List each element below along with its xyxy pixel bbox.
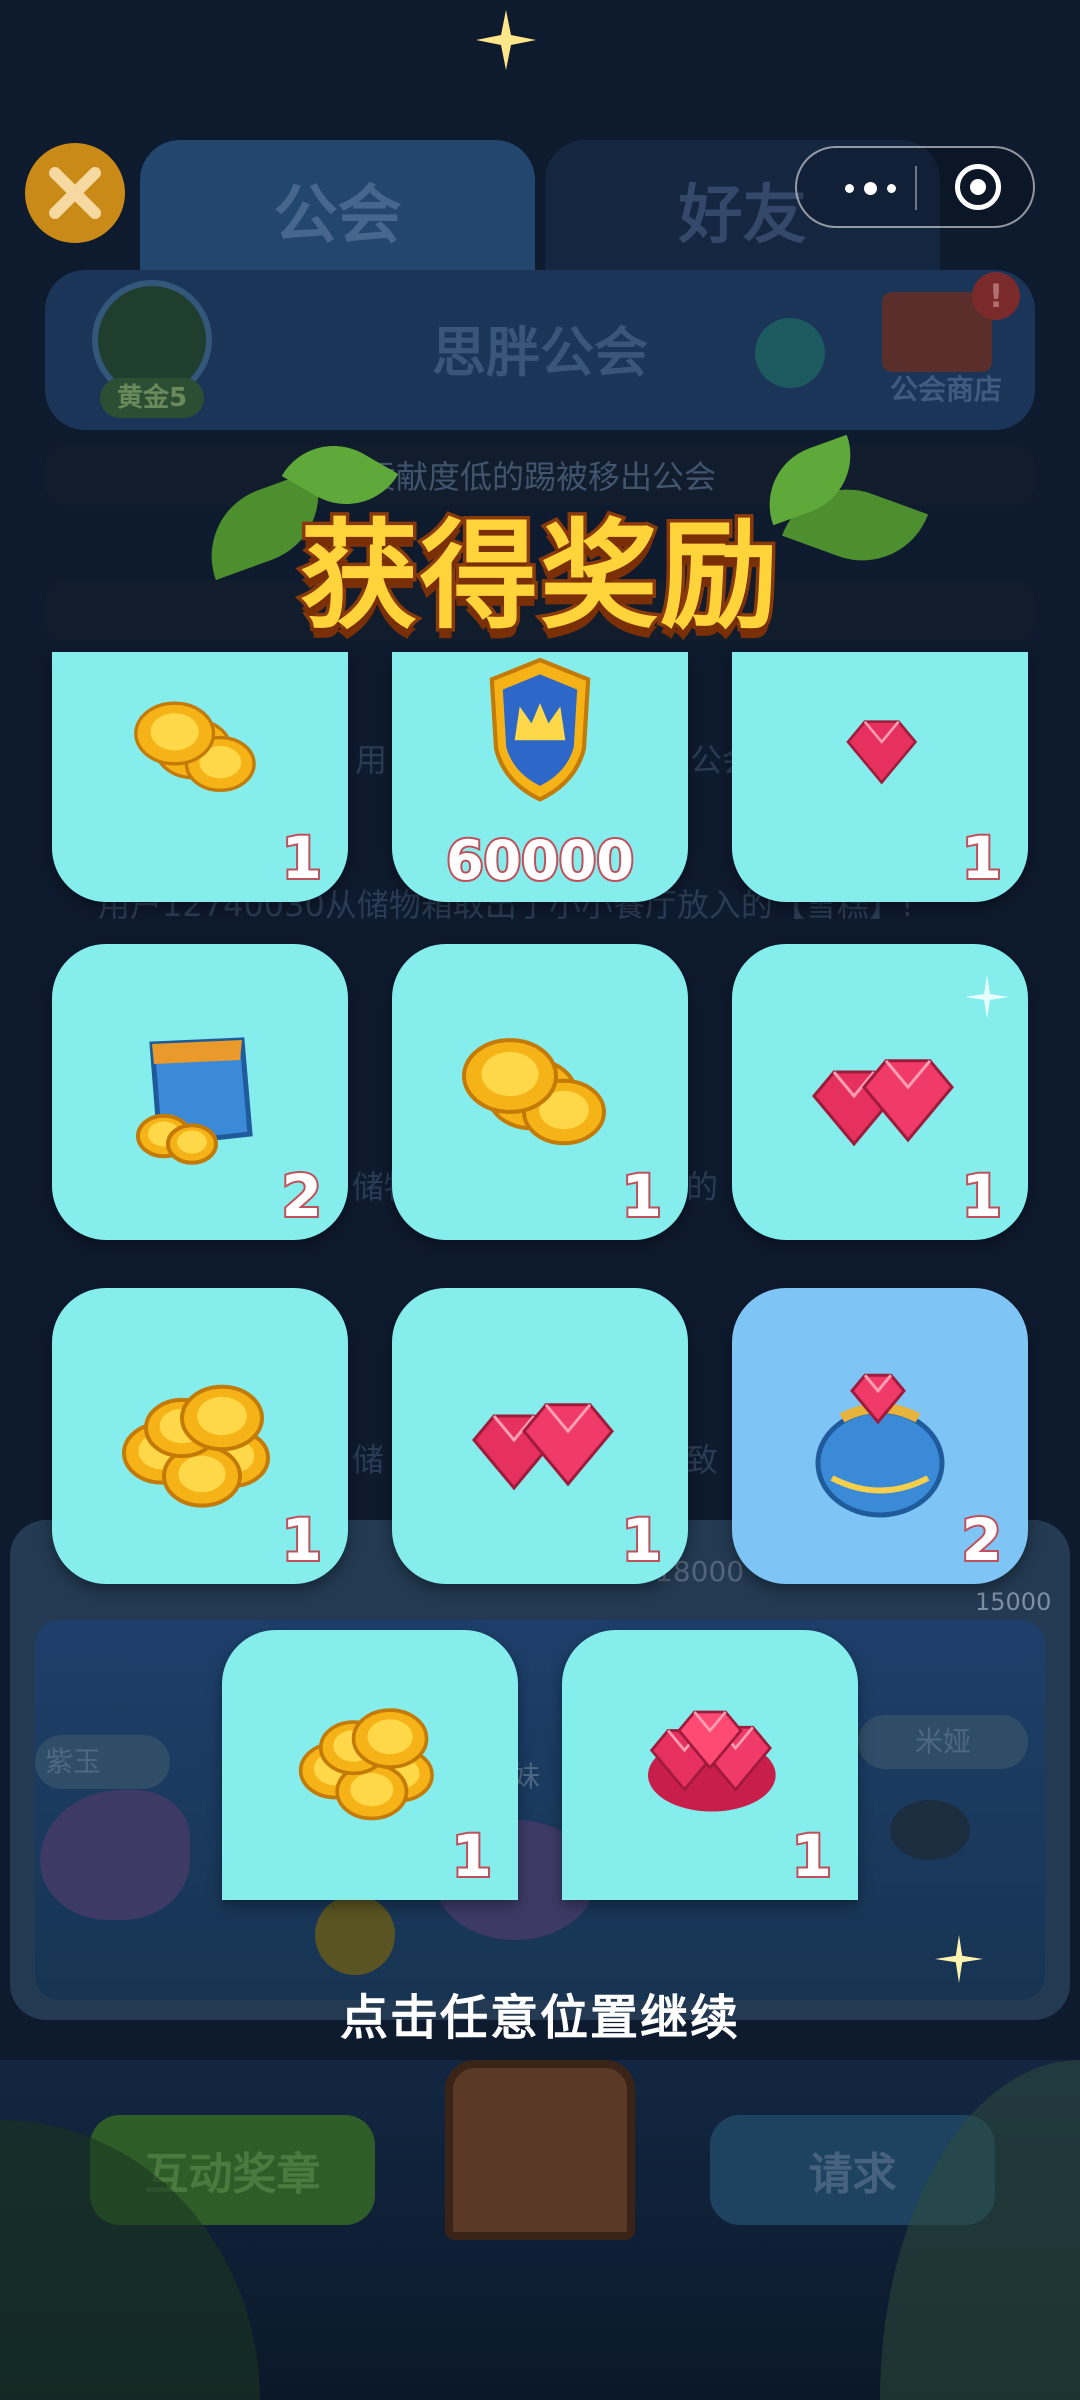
tap-to-continue-hint[interactable]: 点击任意位置继续 xyxy=(0,1978,1080,2048)
reward-title: 获得奖励 xyxy=(296,504,781,649)
reward-card: 60000 xyxy=(392,652,688,902)
faded-text: 致 xyxy=(686,1441,719,1479)
faded-text: 用 xyxy=(355,741,388,779)
close-button[interactable] xyxy=(25,143,125,243)
reward-quantity: 1 xyxy=(790,1820,834,1892)
reward-card: 1 xyxy=(392,1288,688,1584)
reward-card: 1 xyxy=(562,1630,858,1900)
reward-quantity: 1 xyxy=(620,1160,664,1232)
mini-program-capsule xyxy=(795,146,1035,228)
reward-quantity: 1 xyxy=(280,1504,324,1576)
reward-quantity: 1 xyxy=(960,822,1004,894)
reward-quantity: 1 xyxy=(960,1160,1004,1232)
exit-mini-program-icon[interactable] xyxy=(955,164,1001,210)
tab-guild[interactable]: 公会 xyxy=(140,140,535,280)
reward-quantity: 2 xyxy=(280,1160,324,1232)
reward-quantity: 60000 xyxy=(444,827,636,894)
reward-quantity: 1 xyxy=(280,822,324,894)
sparkle-icon xyxy=(476,10,536,70)
reward-card: 1 xyxy=(52,1288,348,1584)
shop-label: 公会商店 xyxy=(889,373,1002,406)
notification-badge-icon: ! xyxy=(972,272,1020,320)
faded-text: 储 xyxy=(352,1441,385,1479)
reward-card: 1 xyxy=(222,1630,518,1900)
reward-card: 1 xyxy=(732,652,1028,902)
reward-card: 1 xyxy=(52,652,348,902)
reward-card: 1 xyxy=(392,944,688,1240)
reward-quantity: 1 xyxy=(620,1504,664,1576)
reward-quantity: 1 xyxy=(450,1820,494,1892)
reward-card: 2 xyxy=(52,944,348,1240)
progress-max: 15000 xyxy=(975,1588,1052,1616)
sparkle-icon xyxy=(935,1935,983,1983)
fish-icon xyxy=(890,1800,970,1860)
sparkle-icon xyxy=(965,975,1009,1019)
pufferfish-icon xyxy=(315,1895,395,1975)
aquarium-scene xyxy=(35,1620,1045,2000)
guild-shop-button[interactable]: 公会商店 ! xyxy=(872,272,1020,406)
reward-quantity: 2 xyxy=(960,1504,1004,1576)
faded-text: 的 xyxy=(686,1168,719,1206)
wardrobe-icon[interactable] xyxy=(445,2060,635,2240)
close-icon xyxy=(49,167,101,219)
more-options-icon[interactable] xyxy=(825,170,915,206)
member-name-tag: 米娅 xyxy=(858,1715,1028,1769)
menu-list-icon[interactable] xyxy=(755,318,825,388)
reward-card: 2 xyxy=(732,1288,1028,1584)
member-name-tag: 紫玉 xyxy=(35,1735,170,1789)
